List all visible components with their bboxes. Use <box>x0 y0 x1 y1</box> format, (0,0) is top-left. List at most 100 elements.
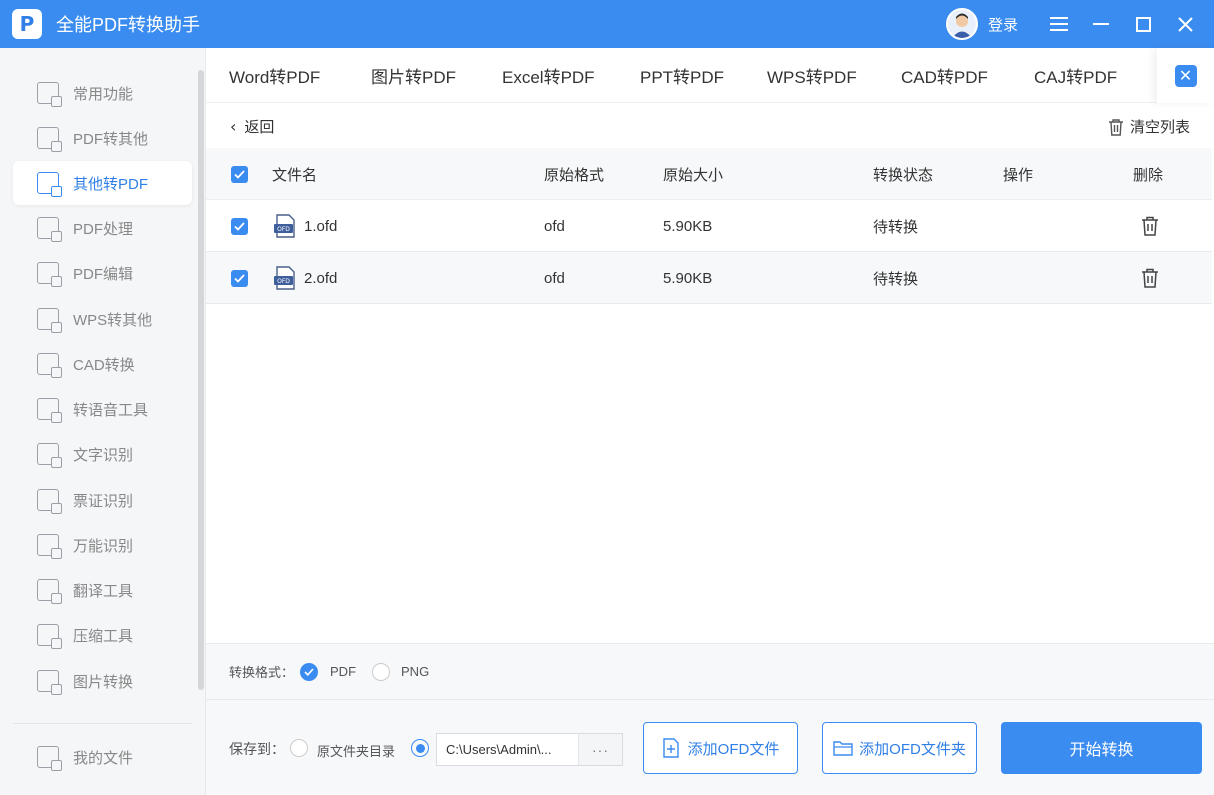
format-pdf-radio[interactable] <box>300 662 319 681</box>
save-path-field[interactable]: C:\Users\Admin\... ··· <box>436 733 623 766</box>
delete-button[interactable] <box>1141 200 1159 252</box>
close-icon[interactable] <box>1164 0 1206 48</box>
save-bar: 保存到： 原文件夹目录 C:\Users\Admin\... ··· 添加OFD… <box>206 699 1214 795</box>
sidebar-item-label: WPS转其他 <box>73 311 153 329</box>
table-header: 文件名 原始格式 原始大小 转换状态 操作 删除 <box>206 148 1212 200</box>
start-convert-button[interactable]: 开始转换 <box>1001 722 1202 774</box>
sidebar-item-wps-to-other[interactable]: WPS转其他 <box>13 297 192 341</box>
header-format: 原始格式 <box>544 166 605 184</box>
trash-icon <box>1142 268 1158 288</box>
ofd-file-icon: OFD <box>274 266 295 290</box>
other-to-pdf-icon <box>37 172 62 197</box>
table-row[interactable]: OFD 2.ofd ofd 5.90KB 待转换 <box>206 252 1212 304</box>
minimize-icon[interactable] <box>1080 0 1122 48</box>
format-label: 转换格式： <box>229 665 295 680</box>
sidebar-item-label: 万能识别 <box>73 537 134 555</box>
sidebar-item-tts[interactable]: 转语音工具 <box>13 387 192 431</box>
sidebar-item-label: 翻译工具 <box>73 582 134 600</box>
format-pdf-label[interactable]: PDF <box>330 664 356 679</box>
close-icon: ✕ <box>1174 64 1197 87</box>
back-button[interactable]: ‹ 返回 <box>230 116 274 137</box>
sidebar-item-label: 常用功能 <box>73 85 134 103</box>
size-cell: 5.90KB <box>663 217 713 235</box>
format-png-label[interactable]: PNG <box>401 664 429 679</box>
svg-text:OFD: OFD <box>277 278 290 285</box>
menu-icon[interactable] <box>1038 0 1080 48</box>
app-title: 全能PDF转换助手 <box>56 15 200 35</box>
add-ofd-file-button[interactable]: 添加OFD文件 <box>643 722 798 774</box>
save-source-label[interactable]: 原文件夹目录 <box>317 741 395 760</box>
tab-ppt-to-pdf[interactable]: PPT转PDF <box>640 48 724 102</box>
sidebar-item-common[interactable]: 常用功能 <box>13 71 192 115</box>
add-ofd-folder-button[interactable]: 添加OFD文件夹 <box>822 722 977 774</box>
file-name-cell: OFD 2.ofd <box>274 252 337 304</box>
sidebar-item-ocr[interactable]: 文字识别 <box>13 432 192 476</box>
clear-list-label: 清空列表 <box>1129 119 1190 136</box>
pdf-convert-icon <box>37 127 62 152</box>
common-icon <box>37 82 62 107</box>
sidebar-item-image-convert[interactable]: 图片转换 <box>13 659 192 703</box>
tab-close-button[interactable]: ✕ <box>1157 48 1214 103</box>
sidebar-item-universal-ocr[interactable]: 万能识别 <box>13 523 192 567</box>
header-size: 原始大小 <box>663 166 724 184</box>
sidebar-item-label: PDF编辑 <box>73 265 134 283</box>
zip-icon <box>37 624 62 649</box>
add-folder-label: 添加OFD文件夹 <box>859 740 966 758</box>
login-link[interactable]: 登录 <box>988 14 1018 35</box>
translate-icon <box>37 579 62 604</box>
save-source-radio[interactable] <box>290 739 308 757</box>
tab-caj-to-pdf[interactable]: CAJ转PDF <box>1034 48 1117 102</box>
sidebar-item-label: 图片转换 <box>73 673 134 691</box>
sidebar-item-ticket-ocr[interactable]: 票证识别 <box>13 478 192 522</box>
header-filename: 文件名 <box>272 166 318 184</box>
image-icon <box>37 670 62 695</box>
ticket-icon <box>37 489 62 514</box>
table-row[interactable]: OFD 1.ofd ofd 5.90KB 待转换 <box>206 200 1212 252</box>
clear-list-button[interactable]: 清空列表 <box>1108 116 1190 137</box>
tab-wps-to-pdf[interactable]: WPS转PDF <box>767 48 857 102</box>
row-checkbox[interactable] <box>231 252 248 304</box>
app-logo: P <box>12 9 42 39</box>
sidebar-item-my-files[interactable]: 我的文件 <box>13 735 192 779</box>
sidebar-item-pdf-edit[interactable]: PDF编辑 <box>13 251 192 295</box>
format-png-radio[interactable] <box>372 662 391 681</box>
status-cell: 待转换 <box>873 218 919 236</box>
wps-icon <box>37 308 62 333</box>
user-avatar[interactable] <box>945 8 978 40</box>
sidebar-item-pdf-process[interactable]: PDF处理 <box>13 206 192 250</box>
sidebar-item-other-to-pdf[interactable]: 其他转PDF <box>13 161 192 205</box>
speech-icon <box>37 398 62 423</box>
maximize-icon[interactable] <box>1122 0 1164 48</box>
chevron-left-icon: ‹ <box>230 117 237 136</box>
sidebar-scrollbar[interactable] <box>198 70 204 690</box>
file-table: 文件名 原始格式 原始大小 转换状态 操作 删除 OFD 1.ofd ofd 5… <box>206 148 1212 304</box>
back-label: 返回 <box>244 119 275 136</box>
folder-icon <box>833 741 853 756</box>
format-cell: ofd <box>544 217 565 235</box>
sidebar-divider <box>13 723 192 724</box>
tab-word-to-pdf[interactable]: Word转PDF <box>229 48 320 102</box>
add-file-icon <box>662 738 679 758</box>
save-label: 保存到： <box>229 741 285 757</box>
svg-text:OFD: OFD <box>277 226 290 233</box>
sidebar-item-pdf-to-other[interactable]: PDF转其他 <box>13 116 192 160</box>
row-checkbox[interactable] <box>231 200 248 252</box>
list-toolbar: ‹ 返回 清空列表 <box>206 104 1214 148</box>
save-custom-radio[interactable] <box>411 739 429 757</box>
my-files-icon <box>37 746 62 771</box>
select-all-checkbox[interactable] <box>231 148 248 200</box>
ofd-file-icon: OFD <box>274 214 295 238</box>
sidebar-item-cad[interactable]: CAD转换 <box>13 342 192 386</box>
file-name-cell: OFD 1.ofd <box>274 200 337 252</box>
sidebar-item-translate[interactable]: 翻译工具 <box>13 568 192 612</box>
sidebar-item-label: 压缩工具 <box>73 627 134 645</box>
tab-cad-to-pdf[interactable]: CAD转PDF <box>901 48 988 102</box>
tab-bar: Word转PDF 图片转PDF Excel转PDF PPT转PDF WPS转PD… <box>206 48 1214 103</box>
browse-button[interactable]: ··· <box>578 734 622 765</box>
sidebar-item-compress[interactable]: 压缩工具 <box>13 613 192 657</box>
tab-excel-to-pdf[interactable]: Excel转PDF <box>502 48 595 102</box>
tab-image-to-pdf[interactable]: 图片转PDF <box>371 48 456 102</box>
sidebar-item-label: PDF处理 <box>73 220 134 238</box>
pdf-process-icon <box>37 217 62 242</box>
delete-button[interactable] <box>1141 252 1159 304</box>
